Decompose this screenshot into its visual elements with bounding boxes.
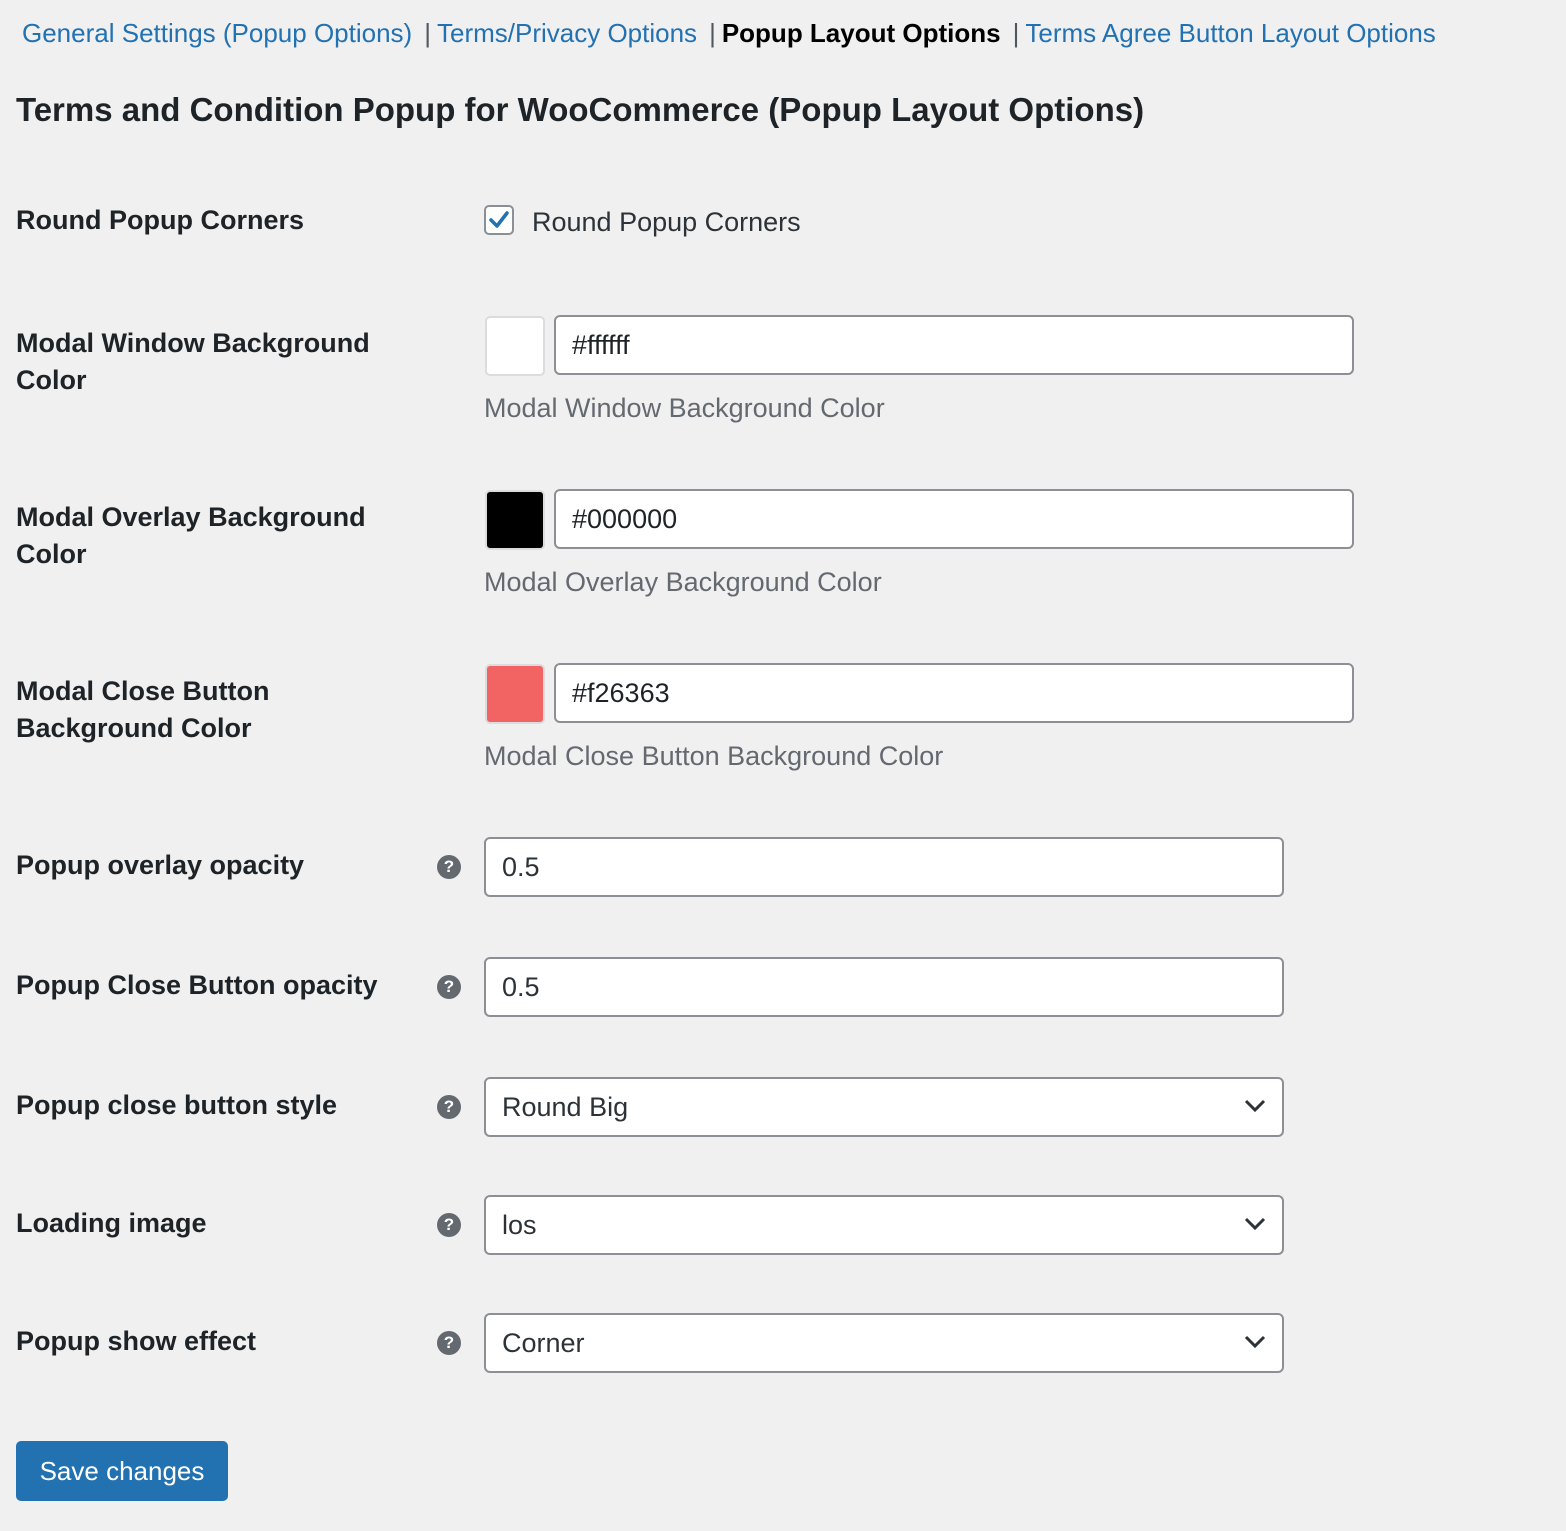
tab-general-settings[interactable]: General Settings (Popup Options) (22, 18, 412, 48)
save-changes-button[interactable]: Save changes (16, 1441, 228, 1501)
tab-separator: | (709, 18, 716, 48)
overlay-bg-color-input[interactable]: #000000 (554, 489, 1354, 549)
settings-tabs: General Settings (Popup Options) | Terms/P… (22, 16, 1436, 50)
close-bg-description: Modal Close Button Background Color (484, 741, 944, 771)
overlay-bg-label: Modal Overlay Background Color (16, 502, 366, 569)
window-bg-color-swatch[interactable] (485, 316, 545, 376)
tab-separator: | (424, 18, 431, 48)
overlay-bg-color-swatch[interactable] (485, 490, 545, 550)
checkmark-icon (489, 211, 509, 228)
loading-image-select[interactable]: los (484, 1195, 1284, 1255)
close-style-select[interactable]: Round Big (484, 1077, 1284, 1137)
show-effect-select[interactable]: Corner (484, 1313, 1284, 1373)
help-icon[interactable]: ? (437, 1095, 461, 1119)
round-corners-label: Round Popup Corners (16, 205, 304, 235)
chevron-down-icon (1244, 1335, 1266, 1349)
close-opacity-label: Popup Close Button opacity (16, 970, 378, 1000)
round-corners-checkbox-label[interactable]: Round Popup Corners (532, 204, 801, 240)
overlay-opacity-input[interactable]: 0.5 (484, 837, 1284, 897)
close-opacity-input[interactable]: 0.5 (484, 957, 1284, 1017)
chevron-down-icon (1244, 1217, 1266, 1231)
page-title: Terms and Condition Popup for WooCommerc… (16, 91, 1145, 128)
help-icon[interactable]: ? (437, 1331, 461, 1355)
close-bg-label: Modal Close Button Background Color (16, 676, 270, 743)
window-bg-color-input[interactable]: #ffffff (554, 315, 1354, 375)
close-bg-color-input[interactable]: #f26363 (554, 663, 1354, 723)
tab-terms-privacy[interactable]: Terms/Privacy Options (437, 18, 697, 48)
help-icon[interactable]: ? (437, 1213, 461, 1237)
close-bg-color-swatch[interactable] (485, 664, 545, 724)
tab-agree-button-layout[interactable]: Terms Agree Button Layout Options (1025, 18, 1435, 48)
window-bg-description: Modal Window Background Color (484, 393, 885, 423)
close-style-selected-value: Round Big (502, 1092, 629, 1122)
close-style-label: Popup close button style (16, 1090, 338, 1120)
tab-separator: | (1012, 18, 1020, 48)
chevron-down-icon (1244, 1099, 1266, 1113)
show-effect-label: Popup show effect (16, 1326, 257, 1356)
loading-image-label: Loading image (16, 1208, 207, 1238)
loading-image-selected-value: los (502, 1210, 537, 1240)
tab-popup-layout[interactable]: Popup Layout Options (722, 18, 1001, 48)
help-icon[interactable]: ? (437, 855, 461, 879)
round-corners-checkbox[interactable] (484, 205, 514, 235)
help-icon[interactable]: ? (437, 975, 461, 999)
window-bg-label: Modal Window Background Color (16, 328, 370, 395)
show-effect-selected-value: Corner (502, 1328, 585, 1358)
overlay-opacity-label: Popup overlay opacity (16, 850, 305, 880)
overlay-bg-description: Modal Overlay Background Color (484, 567, 882, 597)
